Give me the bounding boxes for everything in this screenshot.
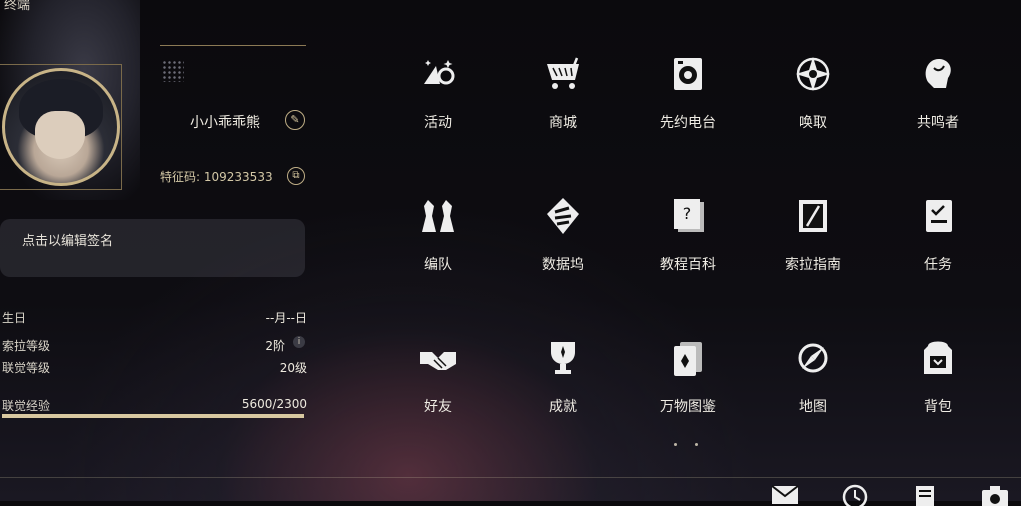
stat-value-birthday: --月--日 [265, 311, 307, 325]
menu-item-compendium[interactable]: 万物图鉴 [638, 338, 738, 416]
mail-icon[interactable] [770, 484, 800, 506]
menu-item-backpack[interactable]: 背包 [888, 338, 988, 416]
menu-label: 共鸣者 [917, 115, 959, 131]
shop-cart-icon [547, 57, 579, 89]
stat-value-union-exp: 5600/2300 [241, 397, 307, 411]
resonator-icon [925, 58, 951, 88]
menu-label: 活动 [424, 115, 452, 131]
menu-label: 万物图鉴 [660, 399, 716, 415]
menu-item-resonator[interactable]: 共鸣者 [888, 54, 988, 132]
signature-placeholder: 点击以编辑签名 [22, 234, 114, 249]
menu-item-achievement[interactable]: 成就 [513, 338, 613, 416]
stat-label-union-level: 联觉等级 [2, 361, 51, 375]
page-dot[interactable] [674, 443, 677, 446]
compendium-icon [674, 342, 702, 376]
menu-label: 任务 [924, 257, 952, 273]
menu-label: 索拉指南 [785, 257, 841, 273]
avatar-face [35, 111, 85, 159]
exp-progress-fill [2, 414, 304, 418]
menu-label: 地图 [799, 399, 827, 415]
camera-icon[interactable] [980, 484, 1010, 506]
copy-id-button[interactable]: ⧉ [287, 167, 305, 185]
stat-value-sola-level: 2阶 [265, 339, 285, 353]
guide-icon [799, 200, 827, 232]
player-id-label: 特征码: [160, 170, 201, 184]
decorative-dots [162, 60, 184, 82]
summon-star-icon [796, 57, 830, 91]
divider [160, 45, 306, 46]
data-dock-icon [547, 198, 579, 234]
menu-label: 成就 [549, 399, 577, 415]
page-indicator[interactable] [674, 431, 716, 450]
svg-text:?: ? [683, 204, 692, 223]
achievement-icon [551, 342, 575, 374]
clock-icon[interactable] [840, 484, 870, 506]
menu-label: 商城 [549, 115, 577, 131]
stat-label-birthday: 生日 [2, 311, 27, 325]
page-dot[interactable] [695, 443, 698, 446]
stat-label-union-exp: 联觉经验 [2, 399, 51, 413]
radio-icon [674, 58, 702, 90]
bottom-divider [0, 477, 1021, 478]
menu-item-friends[interactable]: 好友 [388, 338, 488, 416]
window-title: 终端 [4, 0, 31, 13]
backpack-icon [924, 341, 952, 374]
team-icon [422, 200, 454, 232]
menu-item-tutorial[interactable]: ? 教程百科 [638, 196, 738, 274]
activity-icon [424, 60, 455, 85]
username: 小小乖乖熊 [190, 115, 260, 131]
menu-label: 背包 [924, 399, 952, 415]
stat-value-union-level: 20级 [279, 361, 307, 375]
quest-icon [926, 200, 952, 232]
menu-label: 好友 [424, 399, 452, 415]
menu-item-data-dock[interactable]: 数据坞 [513, 196, 613, 274]
menu-item-radio[interactable]: 先约电台 [638, 54, 738, 132]
exp-progress-bar [2, 414, 304, 418]
menu-item-summon[interactable]: 唤取 [763, 54, 863, 132]
menu-item-activity[interactable]: 活动 [388, 54, 488, 132]
menu-label: 唤取 [799, 115, 827, 131]
menu-item-map[interactable]: 地图 [763, 338, 863, 416]
menu-label: 数据坞 [542, 257, 584, 273]
signature-box[interactable]: 点击以编辑签名 [0, 219, 305, 277]
menu-item-quest[interactable]: 任务 [888, 196, 988, 274]
player-id: 特征码: 109233533 [160, 168, 273, 185]
avatar[interactable] [2, 68, 120, 186]
notes-icon[interactable] [910, 484, 940, 506]
stat-label-sola-level: 索拉等级 [2, 339, 51, 353]
info-icon[interactable]: i [293, 336, 305, 348]
menu-item-guide[interactable]: 索拉指南 [763, 196, 863, 274]
tutorial-icon: ? [674, 199, 704, 232]
friends-icon [420, 352, 456, 370]
map-icon [798, 343, 828, 373]
menu-item-shop[interactable]: 商城 [513, 54, 613, 132]
menu-label: 先约电台 [660, 115, 716, 131]
menu-item-team[interactable]: 编队 [388, 196, 488, 274]
menu-label: 编队 [424, 257, 452, 273]
menu-label: 教程百科 [660, 257, 716, 273]
player-id-value: 109233533 [203, 170, 273, 184]
edit-name-button[interactable]: ✎ [285, 110, 305, 130]
